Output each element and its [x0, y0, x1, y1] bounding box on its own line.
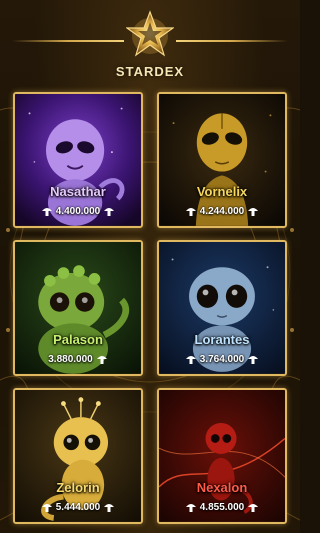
creature-price-value: 4.855.000: [199, 501, 245, 513]
creature-price-value: 4.400.000: [55, 205, 101, 217]
creature-price: 3.880.000: [15, 353, 141, 365]
creature-price: 4.244.000: [159, 205, 285, 217]
creature-name: Nexalon: [196, 480, 248, 495]
creature-card-lorantes[interactable]: Lorantes 3.764.000: [157, 240, 287, 376]
creature-price: 4.400.000: [15, 205, 141, 217]
mushroom-coin-icon: [248, 356, 259, 364]
stardex-screen: STARDEX Nasathar 4.400.000 Vornelix 4.24…: [0, 0, 300, 533]
creature-grid: Nasathar 4.400.000 Vornelix 4.244.000 Pa…: [13, 92, 287, 524]
header-divider-left: [12, 40, 124, 42]
creature-card-nasathar[interactable]: Nasathar 4.400.000: [13, 92, 143, 228]
star-icon: [126, 10, 174, 57]
creature-price-value: 3.764.000: [199, 353, 245, 365]
mushroom-coin-icon: [248, 504, 259, 512]
creature-name: Lorantes: [194, 332, 250, 347]
creature-name: Palason: [53, 332, 103, 347]
creature-price: 4.855.000: [159, 501, 285, 513]
creature-name: Nasathar: [50, 184, 106, 199]
creature-card-vornelix[interactable]: Vornelix 4.244.000: [157, 92, 287, 228]
header-divider-right: [176, 40, 288, 42]
creature-card-palason[interactable]: Palason 3.880.000: [13, 240, 143, 376]
mushroom-coin-icon: [104, 208, 115, 216]
mushroom-coin-icon: [41, 504, 52, 512]
mushroom-coin-icon: [185, 504, 196, 512]
creature-name: Vornelix: [196, 184, 248, 199]
mushroom-coin-icon: [185, 208, 196, 216]
creature-price-value: 5.444.000: [55, 501, 101, 513]
creature-price-value: 3.880.000: [48, 353, 93, 365]
creature-price: 5.444.000: [15, 501, 141, 513]
mushroom-coin-icon: [96, 356, 107, 364]
creature-price: 3.764.000: [159, 353, 285, 365]
creature-card-zelorin[interactable]: Zelorin 5.444.000: [13, 388, 143, 524]
mushroom-coin-icon: [248, 208, 259, 216]
page-title: STARDEX: [115, 64, 185, 79]
mushroom-coin-icon: [104, 504, 115, 512]
creature-card-nexalon[interactable]: Nexalon 4.855.000: [157, 388, 287, 524]
creature-name: Zelorin: [56, 480, 100, 495]
header: STARDEX: [0, 0, 300, 88]
mushroom-coin-icon: [185, 356, 196, 364]
mushroom-coin-icon: [41, 208, 52, 216]
creature-price-value: 4.244.000: [199, 205, 245, 217]
